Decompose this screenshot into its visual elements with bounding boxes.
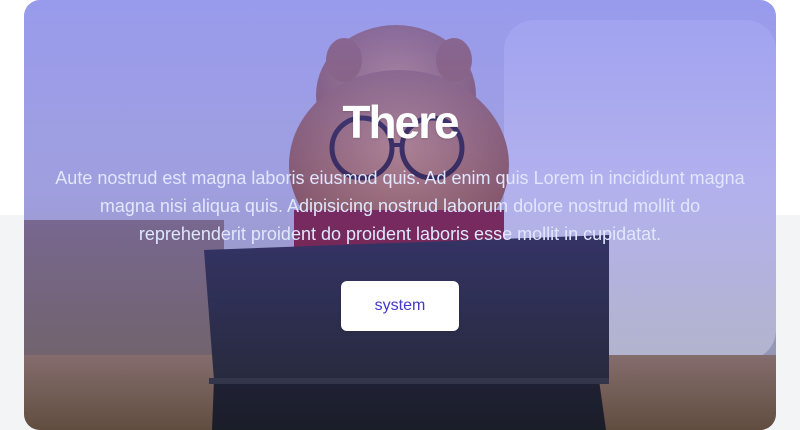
hero-description: Aute nostrud est magna laboris eiusmod q… bbox=[55, 168, 745, 244]
hero-content: There Aute nostrud est magna laboris eiu… bbox=[24, 0, 776, 430]
hero-title: There bbox=[342, 96, 459, 148]
hero-card: There Aute nostrud est magna laboris eiu… bbox=[24, 0, 776, 430]
hero-cta-button[interactable]: system bbox=[341, 281, 459, 331]
